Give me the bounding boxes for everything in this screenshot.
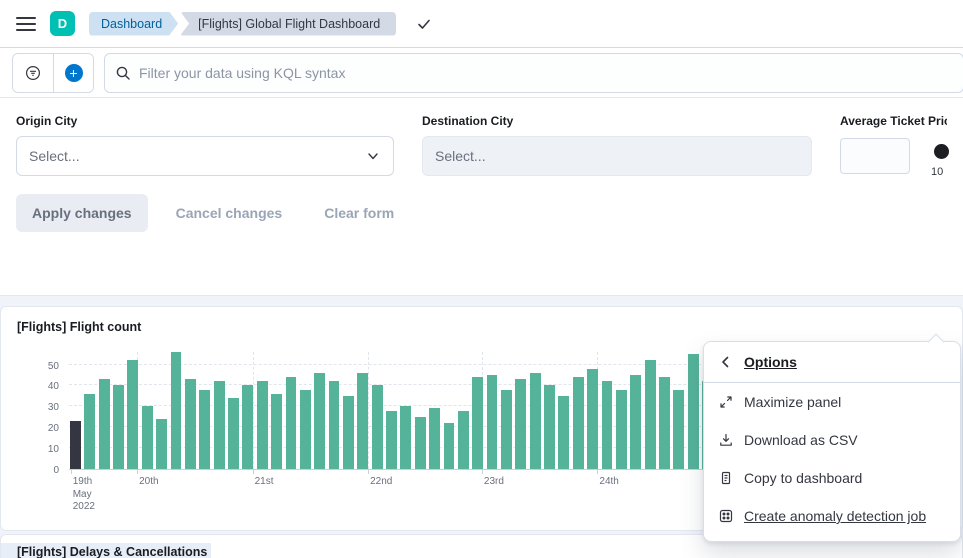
chart-bar[interactable] — [99, 379, 110, 469]
kql-search-input[interactable] — [139, 65, 953, 81]
chart-bar[interactable] — [587, 369, 598, 469]
machine-learning-icon — [718, 508, 734, 524]
destination-city-label: Destination City — [422, 114, 812, 128]
chart-bar[interactable] — [544, 385, 555, 469]
chart-bar[interactable] — [487, 375, 498, 469]
query-bar: + — [0, 48, 963, 98]
delays-panel-title[interactable]: [Flights] Delays & Cancellations — [1, 543, 211, 558]
chart-bar[interactable] — [271, 394, 282, 469]
chart-bar[interactable] — [688, 354, 699, 469]
breadcrumb: Dashboard [Flights] Global Flight Dashbo… — [89, 12, 396, 36]
filter-icon — [25, 65, 41, 81]
chart-bar[interactable] — [185, 379, 196, 469]
average-ticket-price-field: Average Ticket Price 10 — [840, 114, 947, 176]
chart-bar[interactable] — [400, 406, 411, 469]
kql-search-box[interactable] — [104, 53, 963, 93]
chart-bar[interactable] — [357, 373, 368, 469]
menu-hamburger-icon[interactable] — [16, 17, 36, 31]
flight-count-panel-title[interactable]: [Flights] Flight count — [1, 315, 149, 334]
chart-bar[interactable] — [472, 377, 483, 469]
chart-bar[interactable] — [257, 381, 268, 469]
menu-item-copy-to-dashboard[interactable]: Copy to dashboard — [704, 459, 960, 497]
apply-changes-button[interactable]: Apply changes — [16, 194, 148, 232]
chart-bar[interactable] — [630, 375, 641, 469]
chart-bar[interactable] — [458, 411, 469, 470]
destination-city-field: Destination City Select... — [422, 114, 812, 176]
slider-tick-label: 10 — [931, 166, 943, 178]
chart-bar[interactable] — [127, 360, 138, 469]
origin-city-label: Origin City — [16, 114, 394, 128]
chart-bar[interactable] — [673, 390, 684, 469]
chevron-down-icon — [365, 148, 381, 164]
y-axis: 01020304050 — [1, 352, 65, 470]
download-icon — [718, 432, 734, 448]
chart-bar[interactable] — [444, 423, 455, 469]
menu-item-download-csv[interactable]: Download as CSV — [704, 421, 960, 459]
chart-bar[interactable] — [142, 406, 153, 469]
dashboard-controls-panel: Origin City Select... Destination City S… — [0, 98, 963, 296]
chart-bar[interactable] — [214, 381, 225, 469]
average-ticket-price-label: Average Ticket Price — [840, 114, 947, 128]
chart-bar[interactable] — [343, 396, 354, 469]
chart-bar[interactable] — [372, 385, 383, 469]
chart-bar[interactable] — [530, 373, 541, 469]
cancel-changes-button[interactable]: Cancel changes — [162, 194, 297, 232]
controls-buttons-row: Apply changes Cancel changes Clear form — [16, 194, 947, 232]
chart-bar[interactable] — [70, 421, 81, 469]
chart-bar[interactable] — [242, 385, 253, 469]
chart-bar[interactable] — [573, 377, 584, 469]
maximize-icon — [718, 394, 734, 410]
chart-bar[interactable] — [228, 398, 239, 469]
destination-city-select[interactable]: Select... — [422, 136, 812, 176]
menu-item-create-anomaly-detection-job[interactable]: Create anomaly detection job — [704, 497, 960, 535]
add-control-button[interactable]: + — [53, 54, 93, 92]
chart-bar[interactable] — [156, 419, 167, 469]
chart-bar[interactable] — [314, 373, 325, 469]
price-range-slider: 10 — [840, 136, 947, 176]
options-back-button[interactable]: Options — [704, 342, 960, 382]
breadcrumb-current-dashboard[interactable]: [Flights] Global Flight Dashboard — [180, 12, 396, 36]
chart-bar[interactable] — [329, 381, 340, 469]
filter-options-button[interactable] — [13, 54, 53, 92]
origin-city-field: Origin City Select... — [16, 114, 394, 176]
chart-bar[interactable] — [645, 360, 656, 469]
top-navigation-bar: D Dashboard [Flights] Global Flight Dash… — [0, 0, 963, 48]
search-icon — [115, 65, 131, 81]
chart-bar[interactable] — [113, 385, 124, 469]
chart-bar[interactable] — [300, 390, 311, 469]
chart-bar[interactable] — [171, 352, 182, 469]
chart-bar[interactable] — [286, 377, 297, 469]
plus-icon: + — [65, 64, 83, 82]
breadcrumb-dashboard[interactable]: Dashboard — [89, 12, 178, 36]
chart-bar[interactable] — [515, 379, 526, 469]
panel-options-menu: Options Maximize panel Download as CSV C… — [703, 341, 961, 542]
chart-bar[interactable] — [386, 411, 397, 470]
slider-thumb[interactable] — [934, 144, 949, 159]
saved-state-check-icon[interactable] — [416, 16, 432, 32]
filter-control-group: + — [12, 53, 94, 93]
copy-icon — [718, 470, 734, 486]
chart-bar[interactable] — [501, 390, 512, 469]
chart-bar[interactable] — [659, 377, 670, 469]
chart-bar[interactable] — [84, 394, 95, 469]
clear-form-button[interactable]: Clear form — [310, 194, 408, 232]
menu-item-maximize-panel[interactable]: Maximize panel — [704, 383, 960, 421]
chart-bar[interactable] — [602, 381, 613, 469]
chart-bar[interactable] — [616, 390, 627, 469]
chart-bar[interactable] — [429, 408, 440, 469]
chevron-left-icon — [718, 354, 734, 370]
origin-city-select[interactable]: Select... — [16, 136, 394, 176]
chart-bar[interactable] — [558, 396, 569, 469]
chart-bar[interactable] — [199, 390, 210, 469]
price-min-input[interactable] — [840, 138, 910, 174]
chart-bar[interactable] — [415, 417, 426, 469]
app-logo[interactable]: D — [50, 11, 75, 36]
